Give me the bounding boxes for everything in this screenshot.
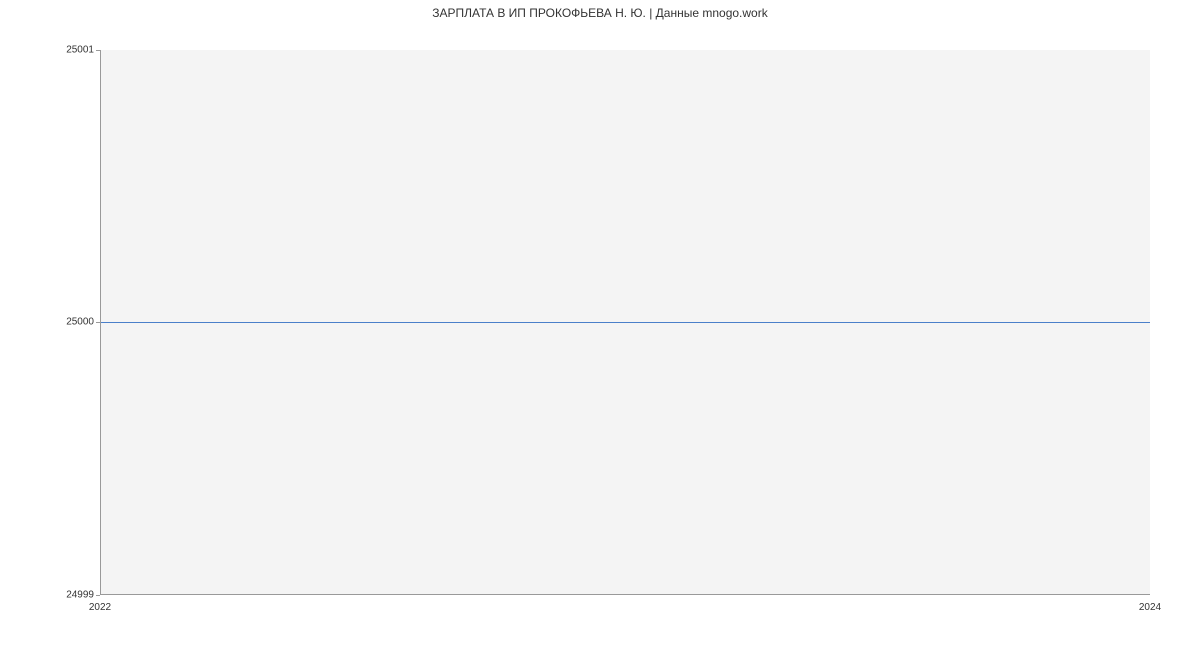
x-tick-label: 2024 xyxy=(1139,602,1161,613)
x-tick-label: 2022 xyxy=(89,602,111,613)
y-tick-mark xyxy=(96,595,100,596)
y-tick-label: 24999 xyxy=(66,590,94,601)
data-line xyxy=(101,322,1150,323)
y-tick-mark xyxy=(96,50,100,51)
plot-area xyxy=(100,50,1150,595)
y-tick-label: 25000 xyxy=(66,317,94,328)
y-tick-mark xyxy=(96,322,100,323)
chart-title: ЗАРПЛАТА В ИП ПРОКОФЬЕВА Н. Ю. | Данные … xyxy=(0,6,1200,20)
y-tick-label: 25001 xyxy=(66,45,94,56)
